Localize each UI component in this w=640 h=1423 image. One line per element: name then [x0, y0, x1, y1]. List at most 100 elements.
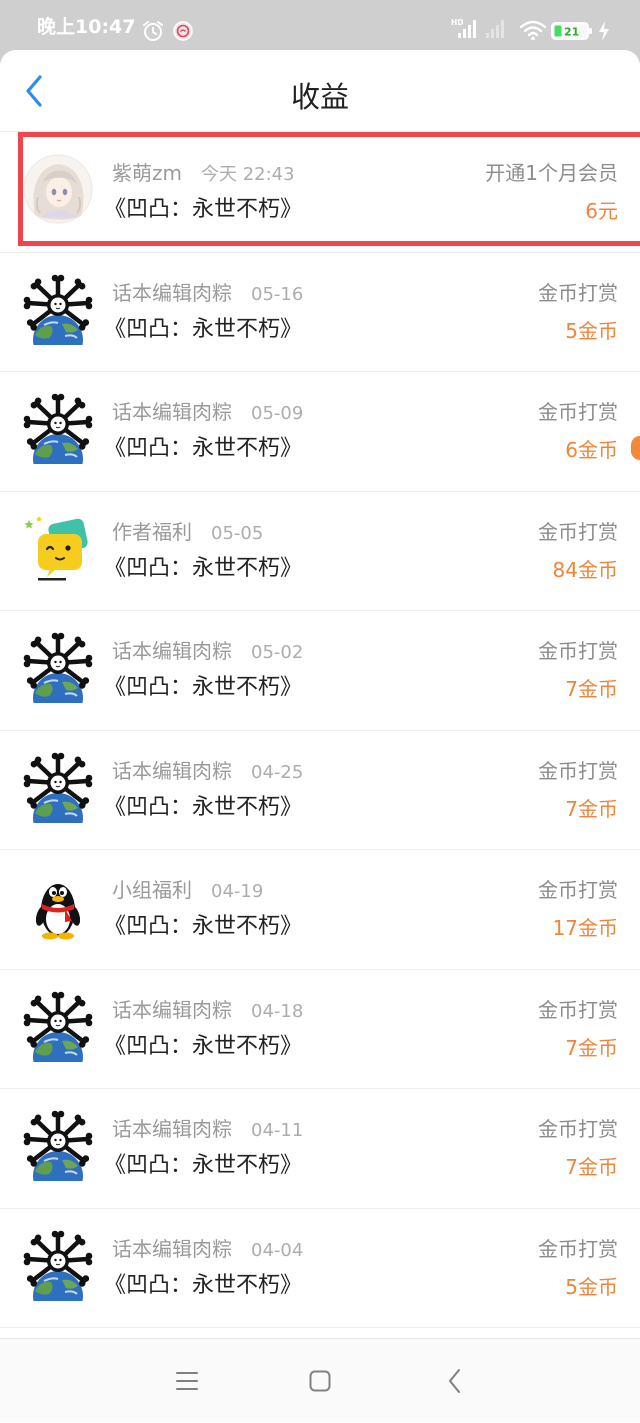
- entry-amount: 7金币: [565, 1155, 618, 1179]
- avatar-image: [25, 516, 89, 581]
- entry-username: 话本编辑肉粽: [112, 280, 232, 305]
- page-title: 收益: [290, 80, 349, 114]
- earning-entry[interactable]: 话本编辑肉粽 04-18 《凹凸：永世不朽》 金币打赏 7金币: [0, 970, 640, 1090]
- entry-date: 05-05: [211, 522, 264, 544]
- entry-amount: 7金币: [565, 796, 618, 821]
- entry-work-title: 《凹凸：永世不朽》: [104, 197, 303, 222]
- entry-work-title: 《凹凸：永世不朽》: [104, 555, 303, 581]
- user-avatar[interactable]: [22, 751, 94, 823]
- entry-amount: 6金币: [565, 438, 618, 462]
- entry-meta: 作者福利 05-05: [112, 519, 263, 545]
- menu-button[interactable]: [147, 1339, 227, 1423]
- entry-reward-type: 金币打赏: [538, 280, 618, 305]
- back-chevron-icon[interactable]: [447, 1368, 463, 1394]
- entry-reward-type: 金币打赏: [538, 400, 618, 424]
- entry-amount: 5金币: [565, 318, 618, 343]
- back-button[interactable]: [16, 67, 52, 115]
- chevron-left-icon[interactable]: [24, 75, 44, 107]
- battery-level: 21: [564, 26, 579, 39]
- avatar-image: [24, 1111, 93, 1181]
- system-nav-bar: [0, 1338, 640, 1422]
- entry-work-title: 《凹凸：永世不朽》: [104, 914, 303, 939]
- entry-work-title: 《凹凸：永世不朽》: [104, 436, 303, 461]
- user-avatar[interactable]: [22, 512, 94, 584]
- user-avatar[interactable]: [22, 870, 94, 942]
- avatar-image: [34, 884, 82, 940]
- alarm-clock-icon: [143, 21, 163, 41]
- entry-meta: 小组福利 04-19: [112, 877, 263, 903]
- entry-date: 05-02: [251, 642, 304, 663]
- earning-entry[interactable]: 紫萌zm 今天 22:43 《凹凸：永世不朽》 开通1个月会员 6元: [0, 132, 640, 253]
- entry-date: 05-16: [251, 283, 304, 305]
- entry-username: 话本编辑肉粽: [112, 997, 232, 1022]
- entry-amount: 5金币: [565, 1274, 618, 1299]
- earning-entry[interactable]: 话本编辑肉粽 04-11 《凹凸：永世不朽》 金币打赏 7金币: [0, 1089, 640, 1209]
- entry-work-title: 《凹凸：永世不朽》: [104, 1153, 303, 1178]
- entry-work-title: 《凹凸：永世不朽》: [104, 1033, 303, 1059]
- earnings-list: 紫萌zm 今天 22:43 《凹凸：永世不朽》 开通1个月会员 6元 话本编辑肉粽…: [0, 132, 640, 1329]
- entry-amount: 84金币: [552, 557, 618, 582]
- entry-work-title: 《凹凸：永世不朽》: [104, 1272, 303, 1298]
- page-header: 收益: [0, 50, 640, 132]
- entry-username: 话本编辑肉粽: [112, 400, 232, 424]
- user-avatar[interactable]: [22, 1229, 94, 1301]
- status-time: 晚上10:47: [37, 16, 136, 38]
- earning-entry[interactable]: 话本编辑肉粽 05-09 《凹凸：永世不朽》 金币打赏 6金币: [0, 372, 640, 492]
- entry-date: 04-04: [251, 1239, 304, 1261]
- entry-reward-type: 金币打赏: [538, 519, 618, 544]
- entry-amount: 6元: [585, 199, 618, 223]
- user-avatar[interactable]: [22, 153, 94, 225]
- entry-work-title: 《凹凸：永世不朽》: [104, 794, 303, 820]
- entry-date: 04-25: [251, 761, 304, 783]
- menu-lines-icon[interactable]: [175, 1370, 199, 1392]
- user-avatar[interactable]: [22, 1109, 94, 1181]
- entry-date: 04-11: [251, 1120, 304, 1141]
- entry-username: 紫萌zm: [112, 161, 182, 185]
- avatar-image: [24, 1230, 93, 1300]
- user-avatar[interactable]: [22, 990, 94, 1062]
- entry-reward-type: 金币打赏: [538, 1236, 618, 1261]
- entry-reward-type: 金币打赏: [538, 1117, 618, 1141]
- entry-date: 05-09: [251, 403, 304, 424]
- user-avatar[interactable]: [22, 631, 94, 703]
- cellular-signal-icon: HD: [451, 18, 476, 38]
- entry-work-title: 《凹凸：永世不朽》: [104, 675, 303, 700]
- entry-work-title: 《凹凸：永世不朽》: [104, 316, 303, 342]
- earning-entry[interactable]: 话本编辑肉粽 05-02 《凹凸：永世不朽》 金币打赏 7金币: [0, 611, 640, 731]
- app-notification-icon: [173, 21, 193, 41]
- floating-edge-tab[interactable]: [631, 436, 640, 460]
- highlight-box: [18, 132, 640, 246]
- earning-entry[interactable]: 作者福利 05-05 《凹凸：永世不朽》 金币打赏 84金币: [0, 492, 640, 612]
- system-back-button[interactable]: [415, 1339, 495, 1423]
- entry-reward-type: 金币打赏: [538, 997, 618, 1022]
- entry-username: 小组福利: [112, 878, 192, 902]
- avatar-image: [24, 633, 93, 703]
- entry-date: 今天 22:43: [200, 164, 295, 185]
- avatar-image: [24, 274, 93, 344]
- network-label: HD: [451, 18, 464, 27]
- user-avatar[interactable]: [22, 392, 94, 464]
- earning-entry[interactable]: 话本编辑肉粽 04-04 《凹凸：永世不朽》 金币打赏 5金币: [0, 1209, 640, 1329]
- avatar-image: [24, 394, 93, 464]
- entry-amount: 7金币: [565, 1035, 618, 1060]
- entry-meta: 话本编辑肉粽 04-04: [112, 1236, 303, 1262]
- home-square-icon[interactable]: [308, 1369, 332, 1393]
- entry-username: 话本编辑肉粽: [112, 639, 232, 663]
- user-avatar[interactable]: [22, 273, 94, 345]
- entry-meta: 话本编辑肉粽 04-18: [112, 997, 303, 1023]
- entry-amount: 17金币: [552, 916, 618, 940]
- entry-meta: 话本编辑肉粽 04-25: [112, 758, 303, 784]
- earning-entry[interactable]: 话本编辑肉粽 05-16 《凹凸：永世不朽》 金币打赏 5金币: [0, 253, 640, 373]
- earning-entry[interactable]: 小组福利 04-19 《凹凸：永世不朽》 金币打赏 17金币: [0, 850, 640, 970]
- entry-date: 04-18: [251, 1000, 304, 1022]
- entry-username: 作者福利: [112, 519, 192, 544]
- entry-meta: 话本编辑肉粽 05-02: [112, 638, 303, 664]
- entry-reward-type: 开通1个月会员: [485, 161, 618, 185]
- earning-entry[interactable]: 话本编辑肉粽 04-25 《凹凸：永世不朽》 金币打赏 7金币: [0, 731, 640, 851]
- avatar-image: [24, 752, 93, 822]
- cellular-signal-weak-icon: [486, 20, 504, 38]
- charging-bolt-icon: [599, 21, 609, 41]
- entry-username: 话本编辑肉粽: [112, 1117, 232, 1141]
- home-button[interactable]: [280, 1339, 360, 1423]
- entry-username: 话本编辑肉粽: [112, 758, 232, 783]
